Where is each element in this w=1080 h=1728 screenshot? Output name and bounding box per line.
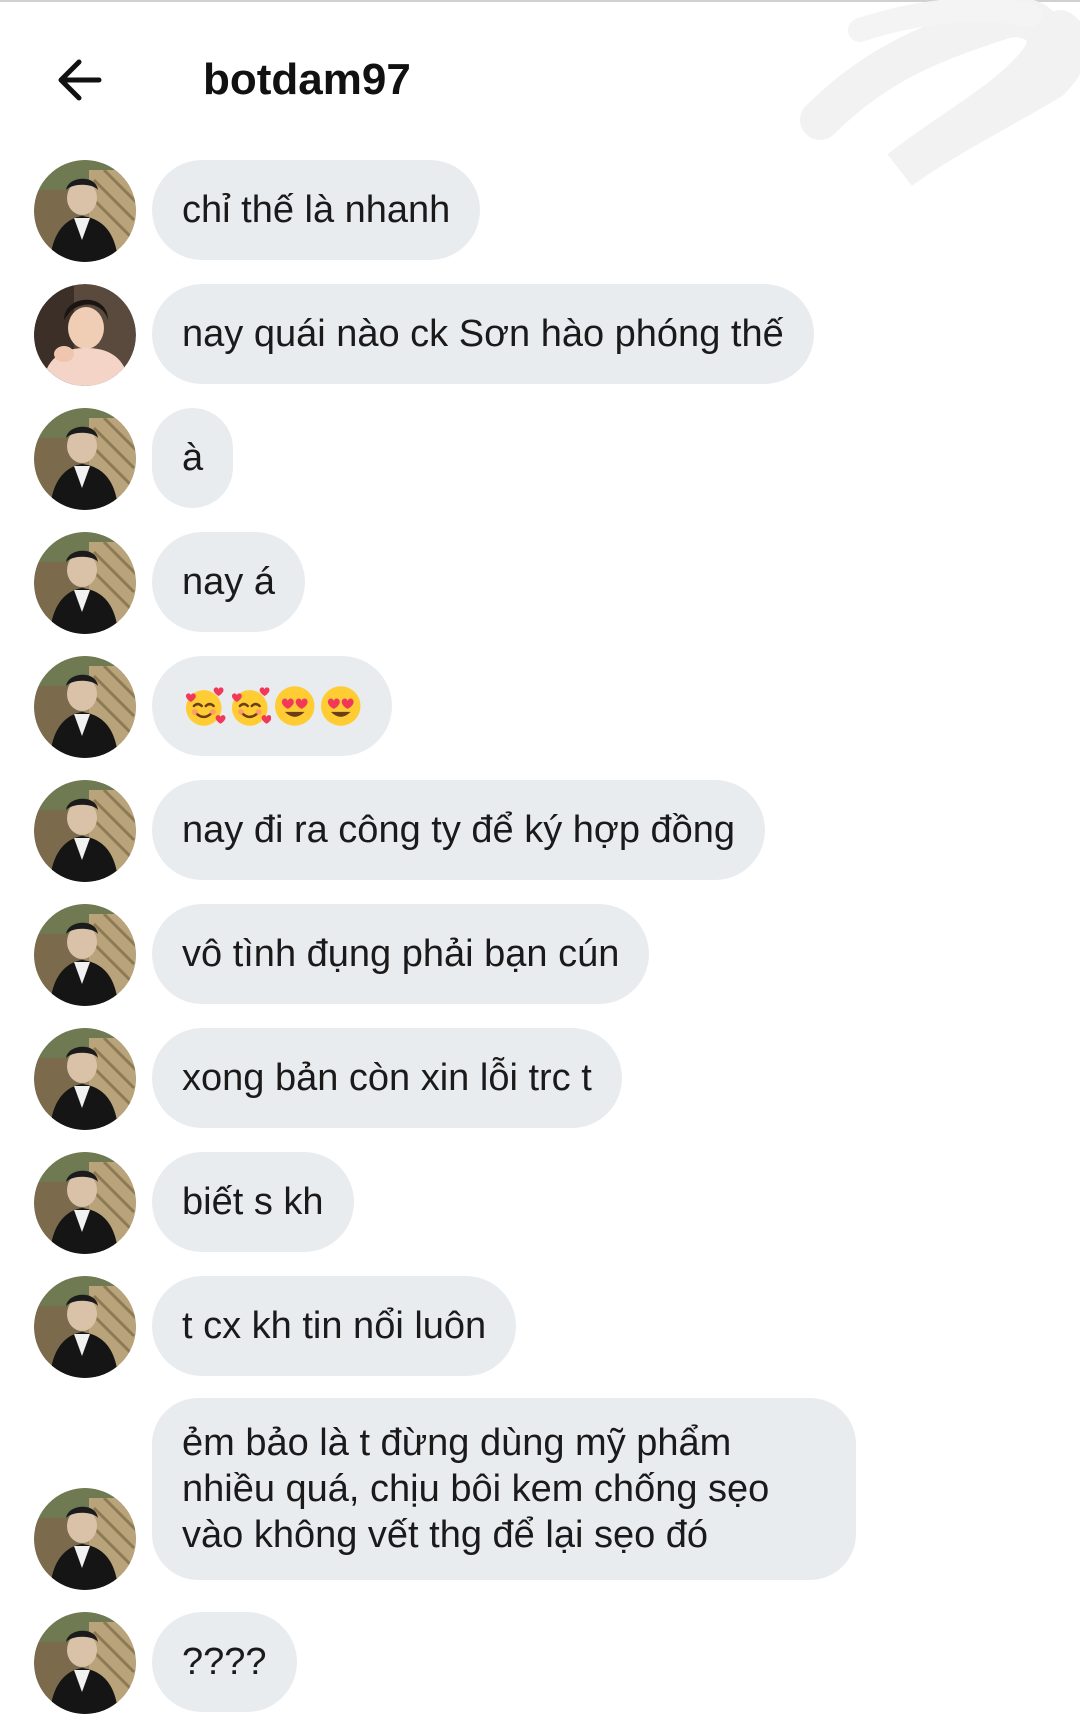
message-bubble[interactable]: nay á — [152, 532, 305, 632]
avatar[interactable] — [34, 532, 136, 634]
message-bubble[interactable]: ???? — [152, 1612, 297, 1712]
avatar[interactable] — [34, 780, 136, 882]
emoji-message-bubble[interactable] — [152, 656, 392, 756]
avatar[interactable] — [34, 1488, 136, 1590]
message-line: vào không vết thg để lại sẹo đó — [182, 1514, 709, 1556]
avatar[interactable] — [34, 904, 136, 1006]
heart-eyes-icon — [273, 684, 317, 728]
message-bubble[interactable]: vô tình đụng phải bạn cún — [152, 904, 650, 1004]
arrow-left-icon — [58, 59, 102, 101]
conversation-title: botdam97 — [203, 55, 411, 104]
avatar[interactable] — [34, 284, 136, 386]
message-bubble[interactable]: à — [152, 408, 234, 508]
avatar[interactable] — [34, 1152, 136, 1254]
avatar[interactable] — [34, 160, 136, 262]
back-button[interactable] — [44, 50, 114, 110]
chat-header: botdam97 — [0, 30, 1080, 130]
avatar[interactable] — [34, 656, 136, 758]
heart-eyes-icon — [319, 684, 363, 728]
smiling-face-with-hearts-icon — [228, 684, 272, 728]
message-line: ẻm bảo là t đừng dùng mỹ phẩm — [182, 1422, 732, 1464]
message-bubble[interactable]: ẻm bảo là t đừng dùng mỹ phẩm nhiều quá,… — [152, 1398, 856, 1580]
message-bubble[interactable]: chỉ thế là nhanh — [152, 160, 481, 260]
message-bubble[interactable]: nay quái nào ck Sơn hào phóng thế — [152, 284, 814, 384]
avatar[interactable] — [34, 1028, 136, 1130]
smiling-face-with-hearts-icon — [182, 684, 226, 728]
message-bubble[interactable]: t cx kh tin nổi luôn — [152, 1276, 517, 1376]
avatar[interactable] — [34, 1612, 136, 1714]
avatar[interactable] — [34, 408, 136, 510]
message-bubble[interactable]: biết s kh — [152, 1152, 354, 1252]
avatar[interactable] — [34, 1276, 136, 1378]
message-bubble[interactable]: nay đi ra công ty để ký hợp đồng — [152, 780, 766, 880]
message-line: nhiều quá, chịu bôi kem chống sẹo — [182, 1468, 770, 1510]
message-bubble[interactable]: xong bản còn xin lỗi trc t — [152, 1028, 622, 1128]
